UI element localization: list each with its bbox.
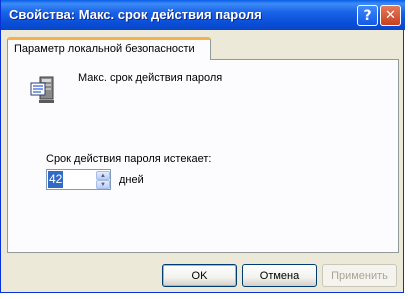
policy-server-icon [30, 76, 54, 103]
close-icon: ✕ [385, 8, 396, 23]
days-spin-box[interactable]: 42 ▲ ▼ [46, 169, 111, 190]
arrow-down-icon: ▼ [100, 181, 106, 188]
help-button[interactable]: ? [357, 5, 378, 26]
tab-local-security-setting[interactable]: Параметр локальной безопасности [7, 37, 211, 60]
cancel-button[interactable]: Отмена [242, 264, 317, 287]
arrow-up-icon: ▲ [100, 172, 106, 179]
policy-name: Макс. срок действия пароля [78, 72, 223, 84]
properties-dialog: Свойства: Макс. срок действия пароля ? ✕… [0, 0, 405, 293]
ok-button[interactable]: OK [162, 264, 237, 287]
expiration-label: Срок действия пароля истекает: [46, 153, 212, 165]
days-input[interactable]: 42 [48, 171, 64, 188]
close-button[interactable]: ✕ [380, 5, 401, 26]
help-icon: ? [363, 7, 372, 24]
title-bar[interactable]: Свойства: Макс. срок действия пароля ? ✕ [1, 0, 405, 30]
apply-button[interactable]: Применить [322, 264, 397, 287]
window-title: Свойства: Макс. срок действия пароля [9, 7, 262, 22]
spin-down-button[interactable]: ▼ [96, 180, 110, 189]
spin-up-button[interactable]: ▲ [96, 171, 110, 180]
days-unit-label: дней [119, 174, 144, 186]
